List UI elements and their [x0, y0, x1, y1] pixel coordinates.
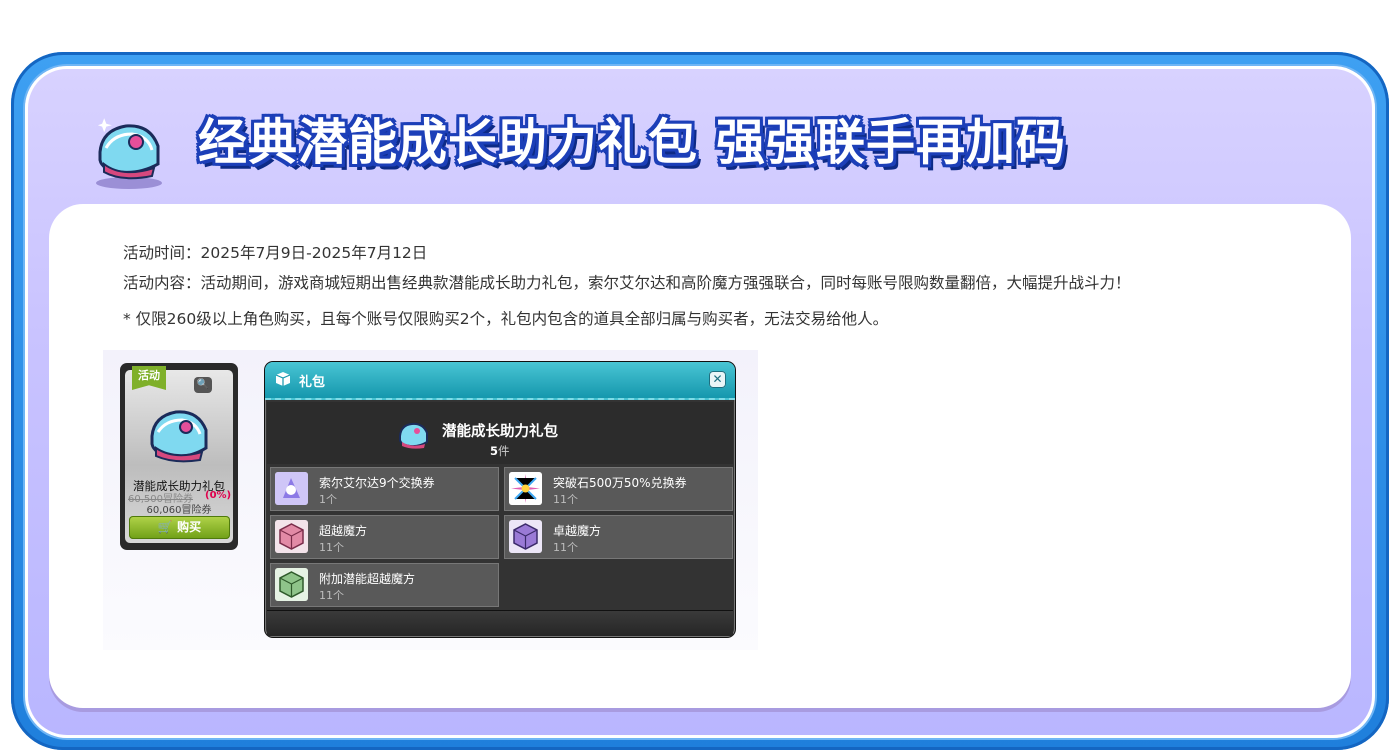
event-note: * 仅限260级以上角色购买，且每个账号仅限购买2个，礼包内包含的道具全部归属与…	[123, 310, 889, 328]
product-item-icon	[150, 410, 208, 463]
additional-cube-icon	[275, 568, 308, 601]
gift-item-qty: 11个	[319, 589, 344, 602]
discount-rate: (0%)	[205, 490, 232, 501]
gift-item-slot[interactable]: 超越魔方 11个	[270, 515, 499, 559]
cart-icon: 🛒	[157, 520, 173, 534]
gift-item-qty: 1个	[319, 493, 337, 506]
gift-item-name: 突破石500万50%兑换券	[553, 476, 687, 490]
sol-erda-ticket-icon	[275, 472, 308, 505]
shield-helmet-icon	[96, 118, 162, 189]
gift-item-name: 超越魔方	[319, 524, 368, 538]
gift-item-qty: 11个	[319, 541, 344, 554]
buy-button[interactable]: 🛒 购买	[129, 516, 230, 539]
gift-item-qty: 11个	[553, 493, 578, 506]
gift-item-qty: 11个	[553, 541, 578, 554]
event-time: 活动时间：2025年7月9日-2025年7月12日	[123, 244, 428, 262]
package-item-icon	[399, 422, 428, 449]
gift-item-name: 索尔艾尔达9个交换券	[319, 476, 435, 490]
event-content: 活动内容：活动期间，游戏商城短期出售经典款潜能成长助力礼包，索尔艾尔达和高阶魔方…	[123, 274, 1131, 292]
gift-window-titlebar: 礼包 ✕	[265, 362, 735, 400]
current-price: 60,060冒险券	[146, 505, 212, 516]
package-name: 潜能成长助力礼包	[442, 424, 558, 440]
gift-item-slot[interactable]: 附加潜能超越魔方 11个	[270, 563, 499, 607]
gift-window-footer	[267, 610, 733, 636]
gift-item-name: 附加潜能超越魔方	[319, 572, 416, 586]
page-title: 经典潜能成长助力礼包 强强联手再加码	[198, 114, 1067, 171]
zoom-icon[interactable]: 🔍	[194, 377, 212, 393]
gift-window-title: 礼包	[299, 375, 326, 390]
excellence-cube-icon	[509, 520, 542, 553]
gift-item-slot[interactable]: 索尔艾尔达9个交换券 1个	[270, 467, 499, 511]
package-count: 5件	[490, 443, 510, 459]
gift-item-slot[interactable]: 卓越魔方 11个	[504, 515, 733, 559]
gift-item-name: 卓越魔方	[553, 524, 602, 538]
package-count-unit: 件	[498, 444, 510, 458]
package-count-number: 5	[490, 444, 499, 458]
box-icon	[275, 372, 291, 386]
breakthrough-stone-icon	[509, 472, 542, 505]
gift-item-slot[interactable]: 突破石500万50%兑换券 11个	[504, 467, 733, 511]
close-icon[interactable]: ✕	[709, 371, 726, 388]
buy-label: 购买	[177, 520, 202, 534]
transcend-cube-icon	[275, 520, 308, 553]
